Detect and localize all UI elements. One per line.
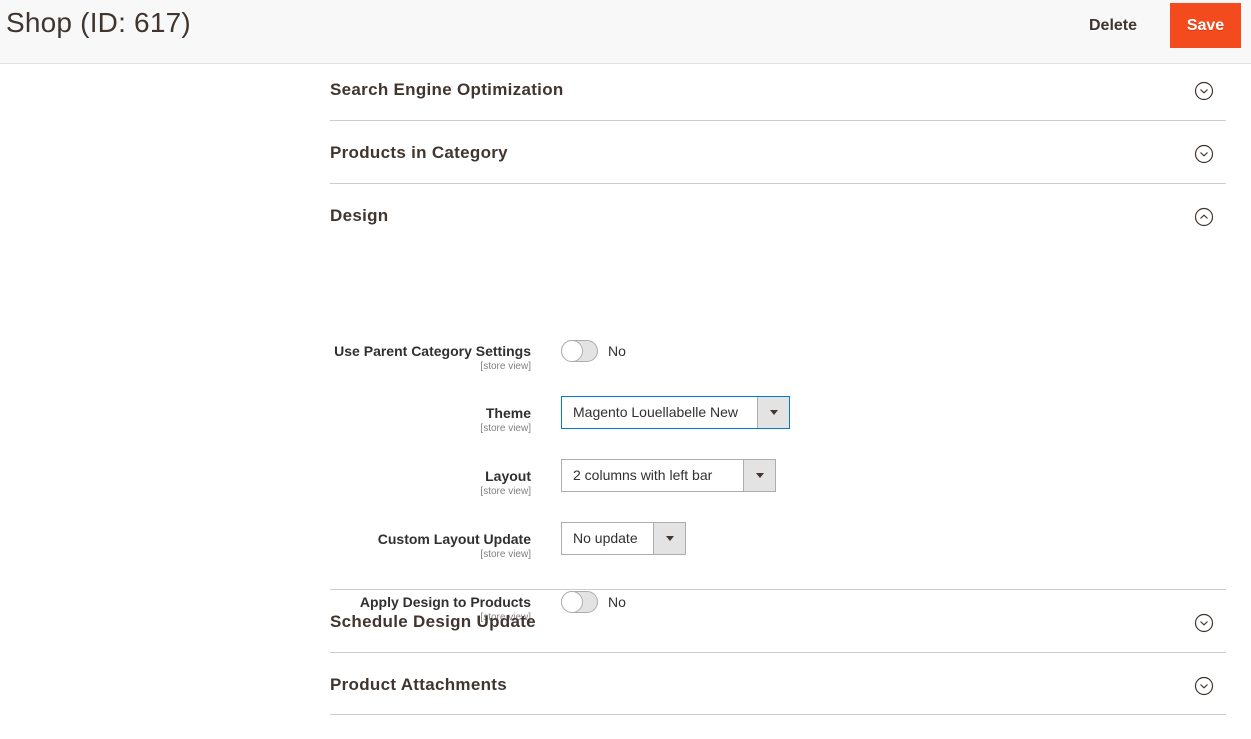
select-arrow-button[interactable] <box>757 397 789 428</box>
field-scope: [store view] <box>480 361 531 372</box>
section-title: Schedule Design Update <box>330 612 536 631</box>
section-header-products[interactable]: Products in Category <box>330 121 1226 184</box>
select-arrow-button[interactable] <box>653 523 685 554</box>
field-layout: Layout [store view] 2 columns with left … <box>330 459 1226 508</box>
custom-layout-update-select[interactable]: No update <box>561 522 686 555</box>
caret-down-icon <box>666 536 674 541</box>
section-header-attachments[interactable]: Product Attachments <box>330 653 1226 715</box>
chevron-down-circle-icon[interactable] <box>1194 613 1214 633</box>
theme-select[interactable]: Magento Louellabelle New <box>561 396 790 429</box>
field-label: Layout <box>485 468 531 484</box>
section-design: Design Use Parent Category Settings [sto… <box>330 184 1226 623</box>
section-title: Design <box>330 206 389 225</box>
section-title: Product Attachments <box>330 675 507 694</box>
select-arrow-button[interactable] <box>743 460 775 491</box>
chevron-up-circle-icon[interactable] <box>1194 207 1214 227</box>
field-scope: [store view] <box>480 423 531 434</box>
page-header: Shop (ID: 617) Delete Save <box>0 0 1251 64</box>
section-search-engine-optimization: Search Engine Optimization <box>330 64 1226 121</box>
use-parent-settings-toggle[interactable] <box>561 340 598 362</box>
delete-button[interactable]: Delete <box>1076 3 1150 48</box>
select-value: No update <box>573 530 638 546</box>
caret-down-icon <box>770 410 778 415</box>
section-title: Products in Category <box>330 143 508 162</box>
section-header-seo[interactable]: Search Engine Optimization <box>330 64 1226 121</box>
page-title: Shop (ID: 617) <box>6 7 191 38</box>
field-use-parent-category-settings: Use Parent Category Settings [store view… <box>330 340 1226 383</box>
save-button[interactable]: Save <box>1170 3 1241 48</box>
section-product-attachments: Product Attachments <box>330 653 1226 715</box>
field-scope: [store view] <box>480 549 531 560</box>
chevron-down-circle-icon[interactable] <box>1194 676 1214 696</box>
chevron-down-circle-icon[interactable] <box>1194 81 1214 101</box>
section-schedule-design-update: Schedule Design Update <box>330 590 1226 653</box>
field-theme: Theme [store view] Magento Louellabelle … <box>330 396 1226 445</box>
field-label: Theme <box>485 405 531 421</box>
select-value: 2 columns with left bar <box>573 467 713 483</box>
category-form: Search Engine Optimization Products in C… <box>330 64 1226 715</box>
layout-select[interactable]: 2 columns with left bar <box>561 459 776 492</box>
toggle-knob <box>561 340 583 362</box>
chevron-down-circle-icon[interactable] <box>1194 144 1214 164</box>
caret-down-icon <box>756 473 764 478</box>
select-value: Magento Louellabelle New <box>573 404 738 420</box>
section-products-in-category: Products in Category <box>330 121 1226 184</box>
toggle-value: No <box>608 343 626 359</box>
field-scope: [store view] <box>480 486 531 497</box>
section-header-design[interactable]: Design <box>330 184 1226 247</box>
field-label: Use Parent Category Settings <box>334 343 531 359</box>
field-custom-layout-update: Custom Layout Update [store view] No upd… <box>330 522 1226 571</box>
field-label: Custom Layout Update <box>377 531 531 547</box>
section-title: Search Engine Optimization <box>330 80 564 99</box>
section-header-schedule[interactable]: Schedule Design Update <box>330 590 1226 653</box>
